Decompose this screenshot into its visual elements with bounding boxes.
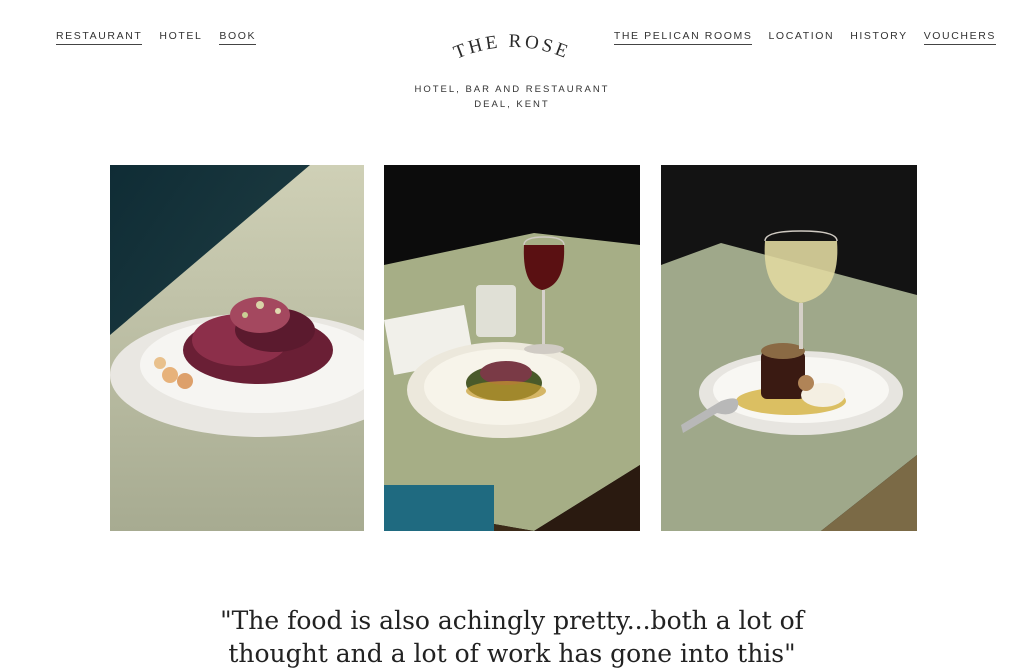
review-quote: "The food is also achingly pretty...both… [0, 604, 1024, 670]
nav-vouchers[interactable]: VOUCHERS [923, 30, 996, 45]
nav-history[interactable]: HISTORY [850, 30, 908, 45]
nav-the-pelican-rooms[interactable]: THE PELICAN ROOMS [613, 30, 753, 45]
photo-dish-dessert [661, 165, 917, 531]
review-quote-line2: thought and a lot of work has gone into … [228, 639, 796, 668]
svg-text:THE ROSE: THE ROSE [451, 31, 573, 64]
review-quote-line1: "The food is also achingly pretty...both… [220, 606, 804, 635]
nav-location[interactable]: LOCATION [768, 30, 834, 45]
photo-dish-radicchio [110, 165, 364, 531]
logo-subtitle-line2: DEAL, KENT [474, 99, 550, 110]
main-nav-right: THE PELICAN ROOMS LOCATION HISTORY VOUCH… [613, 30, 996, 45]
logo-subtitle: HOTEL, BAR AND RESTAURANT DEAL, KENT [0, 82, 1024, 112]
logo-wordmark: THE ROSE [451, 31, 573, 64]
logo-subtitle-line1: HOTEL, BAR AND RESTAURANT [414, 84, 610, 95]
photo-dish-wine-table [384, 165, 640, 531]
